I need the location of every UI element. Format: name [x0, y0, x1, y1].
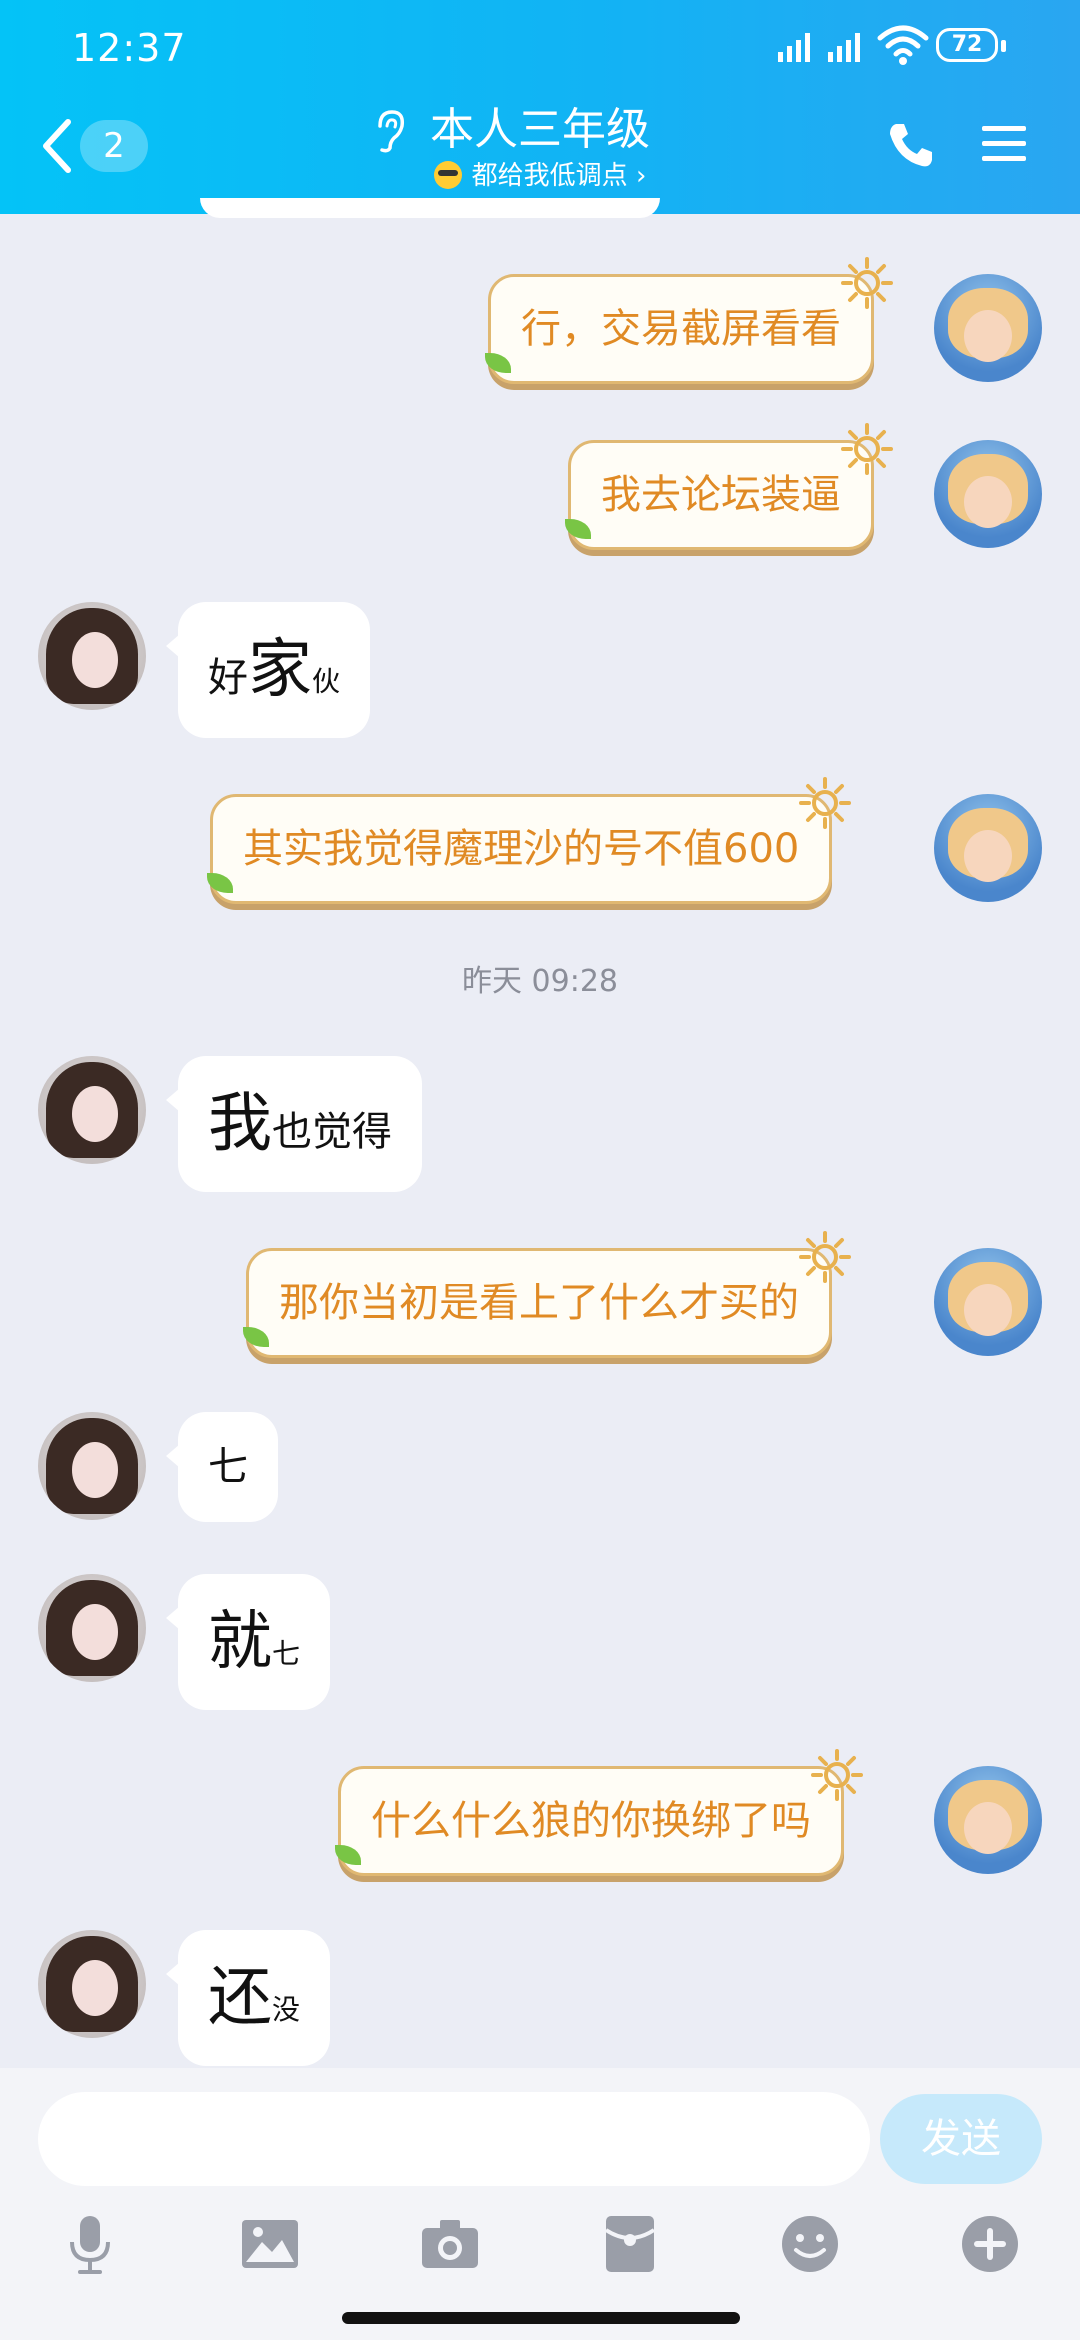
- chat-header: 12:37 72 2 本人三年级 都给我低调点 ›: [0, 0, 1080, 214]
- sun-icon: [811, 1749, 863, 1801]
- message-text-part: 我: [208, 1087, 272, 1161]
- message-text: 其实我觉得魔理沙的号不值600: [243, 826, 800, 872]
- received-message-bubble[interactable]: 好家伙: [165, 602, 371, 738]
- leaf-icon: [565, 519, 591, 539]
- sent-message-bubble[interactable]: 其实我觉得魔理沙的号不值600: [207, 777, 852, 904]
- message-text-part: 也觉得: [272, 1109, 392, 1155]
- signal-icon: [778, 33, 810, 62]
- message-text-part: 好: [208, 655, 248, 701]
- leaf-icon: [335, 1845, 361, 1865]
- message-text-part: 没: [272, 1993, 301, 2026]
- emoji-icon[interactable]: [778, 2212, 842, 2276]
- message-text: 行，交易截屏看看: [521, 306, 841, 352]
- contact-avatar[interactable]: [38, 1056, 146, 1164]
- sun-icon: [841, 257, 893, 309]
- received-message-bubble[interactable]: 还没: [165, 1930, 331, 2066]
- signal-icon: [828, 33, 860, 62]
- battery-tip: [1001, 40, 1006, 52]
- microphone-icon[interactable]: [58, 2212, 122, 2276]
- sent-message-bubble[interactable]: 那你当初是看上了什么才买的: [243, 1231, 851, 1358]
- sent-message-bubble[interactable]: 什么什么狼的你换绑了吗: [335, 1749, 863, 1876]
- message-text-part: 就: [208, 1605, 272, 1679]
- received-message-bubble[interactable]: 七: [166, 1412, 278, 1522]
- sun-icon: [841, 423, 893, 475]
- my-avatar[interactable]: [934, 440, 1042, 548]
- contact-avatar[interactable]: [38, 602, 146, 710]
- leaf-icon: [207, 873, 233, 893]
- image-icon[interactable]: [238, 2212, 302, 2276]
- contact-avatar[interactable]: [38, 1412, 146, 1520]
- send-button[interactable]: 发送: [880, 2094, 1042, 2184]
- message-text-part: 还: [208, 1961, 272, 2035]
- my-avatar[interactable]: [934, 1248, 1042, 1356]
- leaf-icon: [485, 353, 511, 373]
- my-avatar[interactable]: [934, 794, 1042, 902]
- my-avatar[interactable]: [934, 1766, 1042, 1874]
- subtitle-text: 都给我低调点: [471, 161, 628, 191]
- contact-avatar[interactable]: [38, 1574, 146, 1682]
- battery-icon: 72: [936, 28, 998, 62]
- message-text: 我去论坛装逼: [601, 472, 841, 518]
- status-time: 12:37: [72, 26, 187, 70]
- message-text: 什么什么狼的你换绑了吗: [371, 1798, 811, 1844]
- message-text-part: 七: [272, 1637, 301, 1670]
- menu-icon[interactable]: [980, 122, 1028, 166]
- phone-icon[interactable]: [884, 118, 938, 172]
- chevron-right-icon: ›: [635, 161, 647, 191]
- message-text: 那你当初是看上了什么才买的: [279, 1280, 799, 1326]
- camera-icon[interactable]: [418, 2212, 482, 2276]
- wifi-icon: [877, 25, 929, 65]
- sun-icon: [799, 777, 852, 829]
- sunglasses-emoji-icon: [433, 161, 462, 189]
- sent-message-bubble[interactable]: 行，交易截屏看看: [485, 257, 893, 384]
- sent-message-bubble[interactable]: 我去论坛装逼: [565, 423, 893, 550]
- message-input[interactable]: [38, 2092, 870, 2186]
- contact-avatar[interactable]: [38, 1930, 146, 2038]
- leaf-icon: [243, 1327, 269, 1347]
- received-message-bubble[interactable]: 就七: [165, 1574, 331, 1710]
- red-packet-icon[interactable]: [598, 2212, 662, 2276]
- my-avatar[interactable]: [934, 274, 1042, 382]
- sun-icon: [799, 1231, 851, 1283]
- previous-message-edge: [200, 198, 660, 218]
- message-text-part: 伙: [312, 665, 341, 698]
- received-message-bubble[interactable]: 我也觉得: [166, 1056, 422, 1192]
- home-indicator[interactable]: [342, 2312, 740, 2324]
- plus-icon[interactable]: [958, 2212, 1022, 2276]
- message-text-part: 家: [248, 633, 312, 707]
- message-timestamp: 昨天 09:28: [462, 964, 618, 999]
- message-text-part: 七: [208, 1444, 248, 1490]
